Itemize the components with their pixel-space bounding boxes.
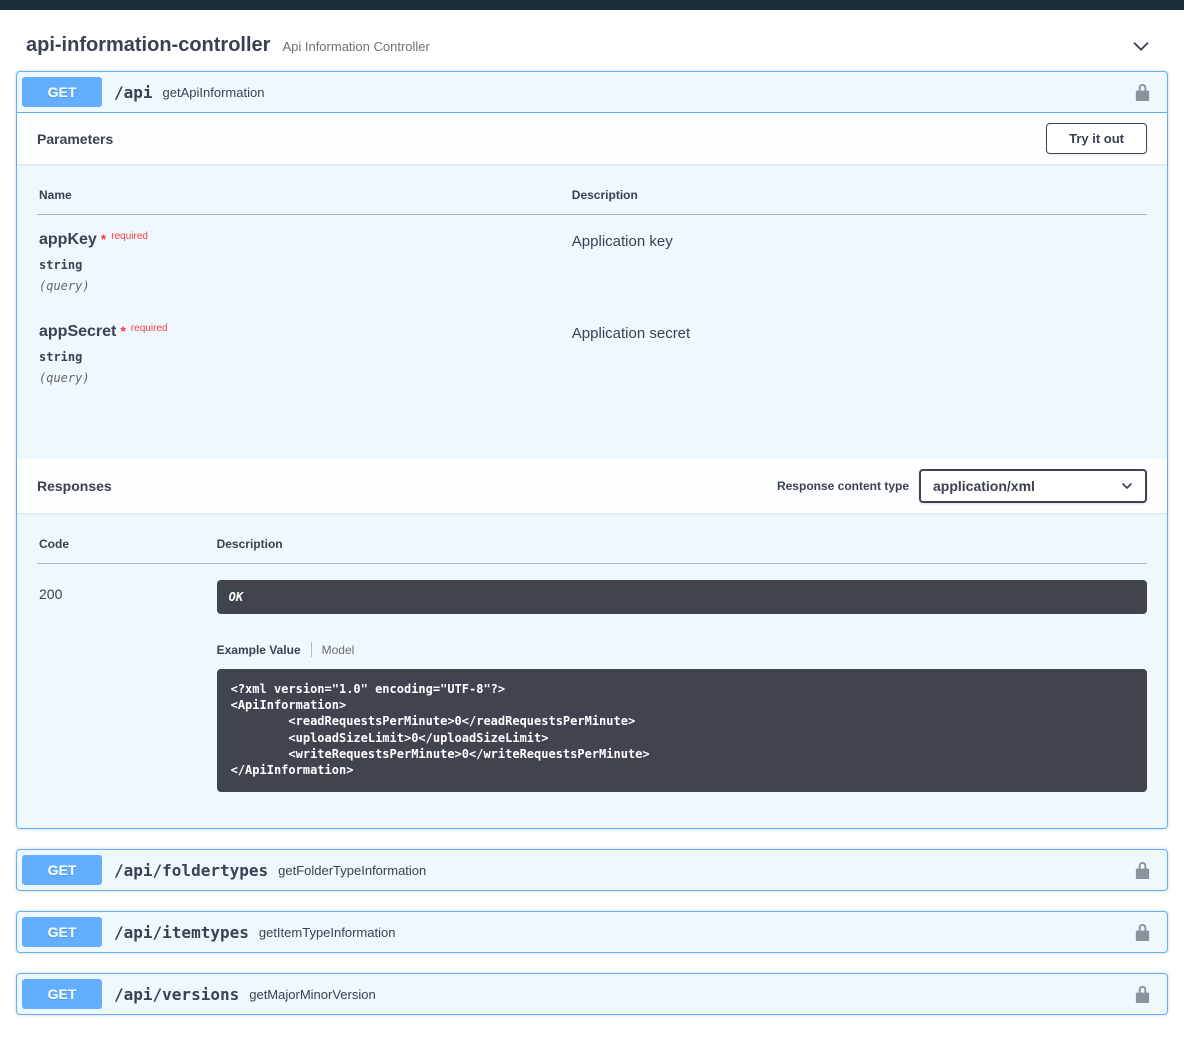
- parameter-name: appKey: [39, 231, 97, 248]
- operation-summary: getMajorMinorVersion: [249, 987, 1133, 1002]
- parameter-name-cell: appKey* required string (query): [37, 215, 570, 308]
- required-label: required: [131, 323, 168, 334]
- opblock-body: Parameters Try it out Name Description: [17, 113, 1167, 828]
- select-chevron-down-icon: [1119, 478, 1135, 494]
- method-badge[interactable]: GET: [22, 77, 102, 107]
- parameters-name-header: Name: [37, 174, 570, 215]
- parameter-name: appSecret: [39, 323, 116, 340]
- opblock-get-api-itemtypes: GET /api/itemtypes getItemTypeInformatio…: [16, 911, 1168, 953]
- operation-path: /api: [114, 83, 153, 102]
- lock-icon[interactable]: [1133, 923, 1152, 942]
- controller-tag-description: Api Information Controller: [282, 39, 429, 54]
- opblock-get-api-versions: GET /api/versions getMajorMinorVersion: [16, 973, 1168, 1015]
- controller-tag-name: api-information-controller: [26, 34, 270, 57]
- response-row: 200 OK Example Value Model <?xml version…: [37, 564, 1147, 807]
- parameter-in: (query): [39, 371, 570, 385]
- responses-table: Code Description 200 OK Ex: [37, 523, 1147, 806]
- responses-title: Responses: [37, 478, 112, 494]
- response-content-type-label: Response content type: [777, 479, 909, 493]
- operation-summary: getApiInformation: [163, 85, 1133, 100]
- required-star: *: [120, 323, 125, 339]
- lock-icon[interactable]: [1133, 985, 1152, 1004]
- controller-section-header[interactable]: api-information-controller Api Informati…: [16, 10, 1168, 71]
- method-badge[interactable]: GET: [22, 855, 102, 885]
- opblock-summary-foldertypes[interactable]: GET /api/foldertypes getFolderTypeInform…: [17, 850, 1167, 890]
- parameter-description: Application key: [572, 231, 1147, 250]
- parameters-section-head: Parameters Try it out: [17, 113, 1167, 164]
- response-content-type-wrap: Response content type application/xml: [777, 469, 1147, 503]
- parameters-description-header: Description: [570, 174, 1147, 215]
- api-docs-wrapper: api-information-controller Api Informati…: [0, 10, 1184, 1015]
- parameters-title: Parameters: [37, 131, 113, 147]
- try-it-out-button[interactable]: Try it out: [1046, 123, 1147, 154]
- tab-model[interactable]: Model: [322, 643, 355, 657]
- response-content-type-value: application/xml: [933, 478, 1035, 494]
- chevron-down-icon[interactable]: [1124, 35, 1158, 57]
- responses-container: Code Description 200 OK Ex: [17, 513, 1167, 828]
- parameter-in: (query): [39, 279, 570, 293]
- responses-section-head: Responses Response content type applicat…: [17, 459, 1167, 513]
- parameter-type: string: [39, 258, 570, 272]
- tab-divider: [311, 642, 312, 657]
- method-badge[interactable]: GET: [22, 979, 102, 1009]
- parameters-table: Name Description appKey* required string …: [37, 174, 1147, 399]
- operation-path: /api/itemtypes: [114, 923, 249, 942]
- parameter-name-cell: appSecret* required string (query): [37, 307, 570, 399]
- responses-code-header: Code: [37, 523, 215, 564]
- method-badge[interactable]: GET: [22, 917, 102, 947]
- response-example-xml: <?xml version="1.0" encoding="UTF-8"?> <…: [217, 669, 1147, 792]
- responses-description-header: Description: [215, 523, 1147, 564]
- parameter-type: string: [39, 350, 570, 364]
- parameter-description: Application secret: [572, 323, 1147, 342]
- required-label: required: [111, 231, 148, 242]
- parameter-row: appSecret* required string (query) Applic…: [37, 307, 1147, 399]
- tab-example-value[interactable]: Example Value: [217, 643, 301, 657]
- lock-icon[interactable]: [1133, 83, 1152, 102]
- response-code: 200: [39, 580, 215, 602]
- operation-path: /api/versions: [114, 985, 239, 1004]
- response-content-type-select[interactable]: application/xml: [919, 469, 1147, 503]
- operation-summary: getFolderTypeInformation: [278, 863, 1133, 878]
- opblock-summary-get-api[interactable]: GET /api getApiInformation: [17, 72, 1167, 113]
- required-star: *: [101, 231, 106, 247]
- parameter-row: appKey* required string (query) Applicati…: [37, 215, 1147, 308]
- model-tabs: Example Value Model: [217, 642, 1147, 657]
- opblock-get-api-foldertypes: GET /api/foldertypes getFolderTypeInform…: [16, 849, 1168, 891]
- opblock-summary-itemtypes[interactable]: GET /api/itemtypes getItemTypeInformatio…: [17, 912, 1167, 952]
- topbar: [0, 0, 1184, 10]
- response-description-box: OK: [217, 580, 1147, 614]
- opblock-get-api: GET /api getApiInformation Parameters Tr…: [16, 71, 1168, 829]
- lock-icon[interactable]: [1133, 861, 1152, 880]
- operation-summary: getItemTypeInformation: [259, 925, 1133, 940]
- operation-path: /api/foldertypes: [114, 861, 268, 880]
- opblock-summary-versions[interactable]: GET /api/versions getMajorMinorVersion: [17, 974, 1167, 1014]
- parameters-container: Name Description appKey* required string …: [17, 164, 1167, 459]
- controller-section-title: api-information-controller Api Informati…: [26, 34, 430, 57]
